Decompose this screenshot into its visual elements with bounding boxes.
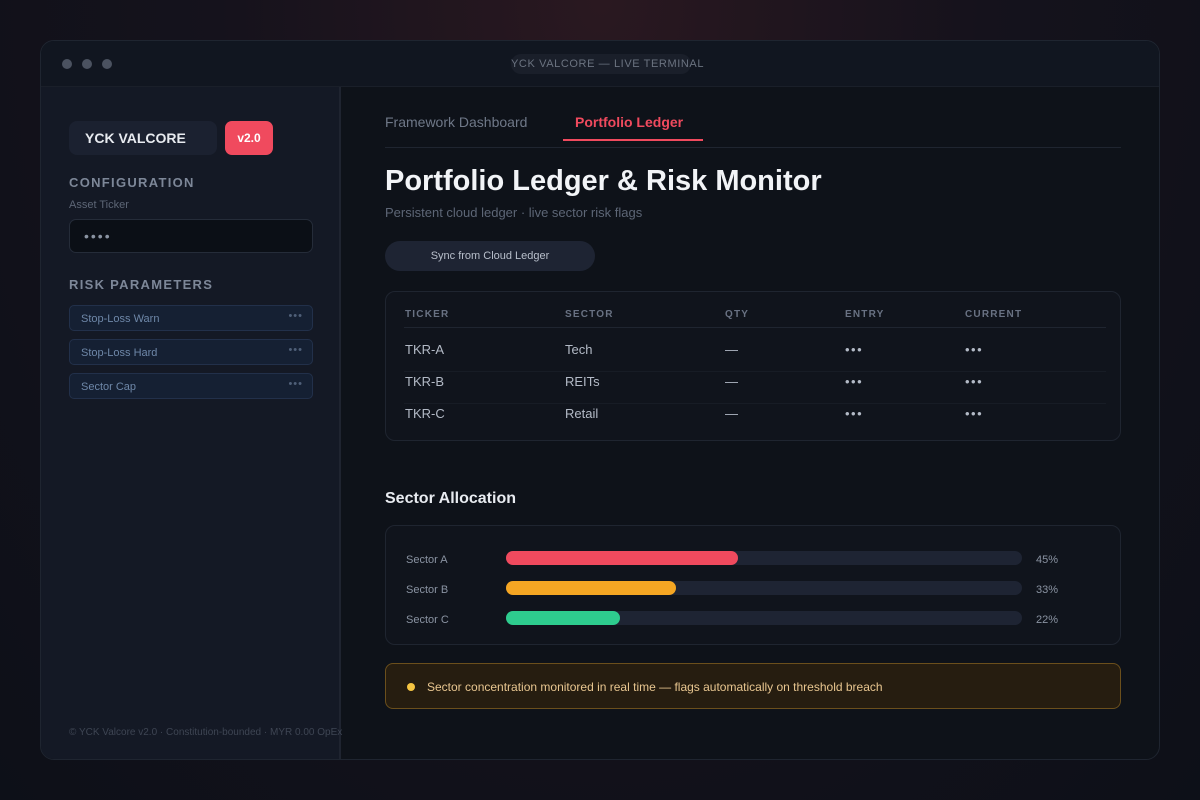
allocation-percent: 45%: [1036, 554, 1059, 566]
sector-allocation-card: Sector A 45% Sector B 33% Sector C 22%: [385, 525, 1121, 645]
configuration-heading: CONFIGURATION: [69, 175, 195, 190]
alert-dot-icon: [407, 683, 415, 691]
cell-qty: —: [725, 374, 738, 389]
param-stop-loss-warn[interactable]: Stop-Loss Warn •••: [69, 305, 313, 331]
tab-portfolio-ledger[interactable]: Portfolio Ledger: [575, 114, 683, 130]
cell-qty: —: [725, 406, 738, 421]
window-maximize-dot[interactable]: [102, 59, 112, 69]
window-close-dot[interactable]: [62, 59, 72, 69]
risk-parameters-heading: RISK PARAMETERS: [69, 277, 214, 292]
cell-sector: Tech: [565, 342, 593, 357]
cell-qty: —: [725, 342, 738, 357]
allocation-track: [506, 611, 1022, 625]
column-header-sector[interactable]: SECTOR: [565, 309, 614, 320]
cell-entry: •••: [845, 374, 864, 389]
cell-current: •••: [965, 374, 984, 389]
ledger-table: TICKER SECTOR QTY ENTRY CURRENT TKR-A Te…: [385, 291, 1121, 441]
allocation-bar: [506, 581, 677, 595]
risk-alert-banner: Sector concentration monitored in real t…: [385, 663, 1121, 709]
allocation-percent: 22%: [1036, 614, 1059, 626]
sidebar-footer: © YCK Valcore v2.0 · Constitution-bounde…: [69, 727, 343, 738]
param-stop-loss-hard[interactable]: Stop-Loss Hard •••: [69, 339, 313, 365]
version-badge: v2.0: [225, 121, 273, 155]
cell-current: •••: [965, 406, 984, 421]
param-value: •••: [288, 310, 303, 322]
page-title: Portfolio Ledger & Risk Monitor: [385, 165, 822, 197]
asset-ticker-input[interactable]: ••••: [69, 219, 313, 253]
alert-text: Sector concentration monitored in real t…: [427, 680, 883, 694]
brand-name: YCK VALCORE: [69, 121, 217, 155]
allocation-label: Sector A: [406, 554, 448, 566]
window-title: YCK VALCORE — LIVE TERMINAL: [511, 54, 703, 74]
row-divider: [404, 403, 1106, 404]
active-tab-indicator: [563, 139, 703, 141]
param-sector-cap[interactable]: Sector Cap •••: [69, 373, 313, 399]
row-divider: [404, 371, 1106, 372]
main-panel: Framework Dashboard Portfolio Ledger Por…: [343, 87, 1159, 759]
allocation-label: Sector B: [406, 584, 449, 596]
sync-button[interactable]: Sync from Cloud Ledger: [385, 241, 595, 271]
allocation-bar: [506, 551, 739, 565]
column-header-entry[interactable]: ENTRY: [845, 309, 885, 320]
allocation-track: [506, 581, 1022, 595]
allocation-percent: 33%: [1036, 584, 1059, 596]
param-label: Stop-Loss Warn: [81, 313, 160, 325]
title-bar: YCK VALCORE — LIVE TERMINAL: [41, 41, 1159, 87]
param-value: •••: [288, 344, 303, 356]
allocation-label: Sector C: [406, 614, 449, 626]
cell-entry: •••: [845, 342, 864, 357]
cell-entry: •••: [845, 406, 864, 421]
param-label: Sector Cap: [81, 381, 137, 393]
page-subtitle: Persistent cloud ledger · live sector ri…: [385, 205, 643, 220]
cell-sector: Retail: [565, 406, 599, 421]
cell-ticker: TKR-A: [405, 342, 444, 357]
sidebar: YCK VALCORE v2.0 CONFIGURATION Asset Tic…: [41, 87, 343, 759]
param-value: •••: [288, 378, 303, 390]
tab-framework-dashboard[interactable]: Framework Dashboard: [385, 114, 527, 130]
column-header-qty[interactable]: QTY: [725, 309, 749, 320]
column-header-current[interactable]: CURRENT: [965, 309, 1022, 320]
cell-current: •••: [965, 342, 984, 357]
window-minimize-dot[interactable]: [82, 59, 92, 69]
header-divider: [404, 327, 1106, 328]
allocation-track: [506, 551, 1022, 565]
cell-ticker: TKR-B: [405, 374, 444, 389]
sector-allocation-heading: Sector Allocation: [385, 490, 516, 507]
column-header-ticker[interactable]: TICKER: [405, 309, 449, 320]
param-label: Stop-Loss Hard: [81, 347, 158, 359]
asset-ticker-label: Asset Ticker: [69, 199, 129, 211]
terminal-window: YCK VALCORE — LIVE TERMINAL YCK VALCORE …: [40, 40, 1160, 760]
tab-divider: [385, 147, 1121, 148]
cell-sector: REITs: [565, 374, 600, 389]
cell-ticker: TKR-C: [405, 406, 445, 421]
allocation-bar: [506, 611, 620, 625]
